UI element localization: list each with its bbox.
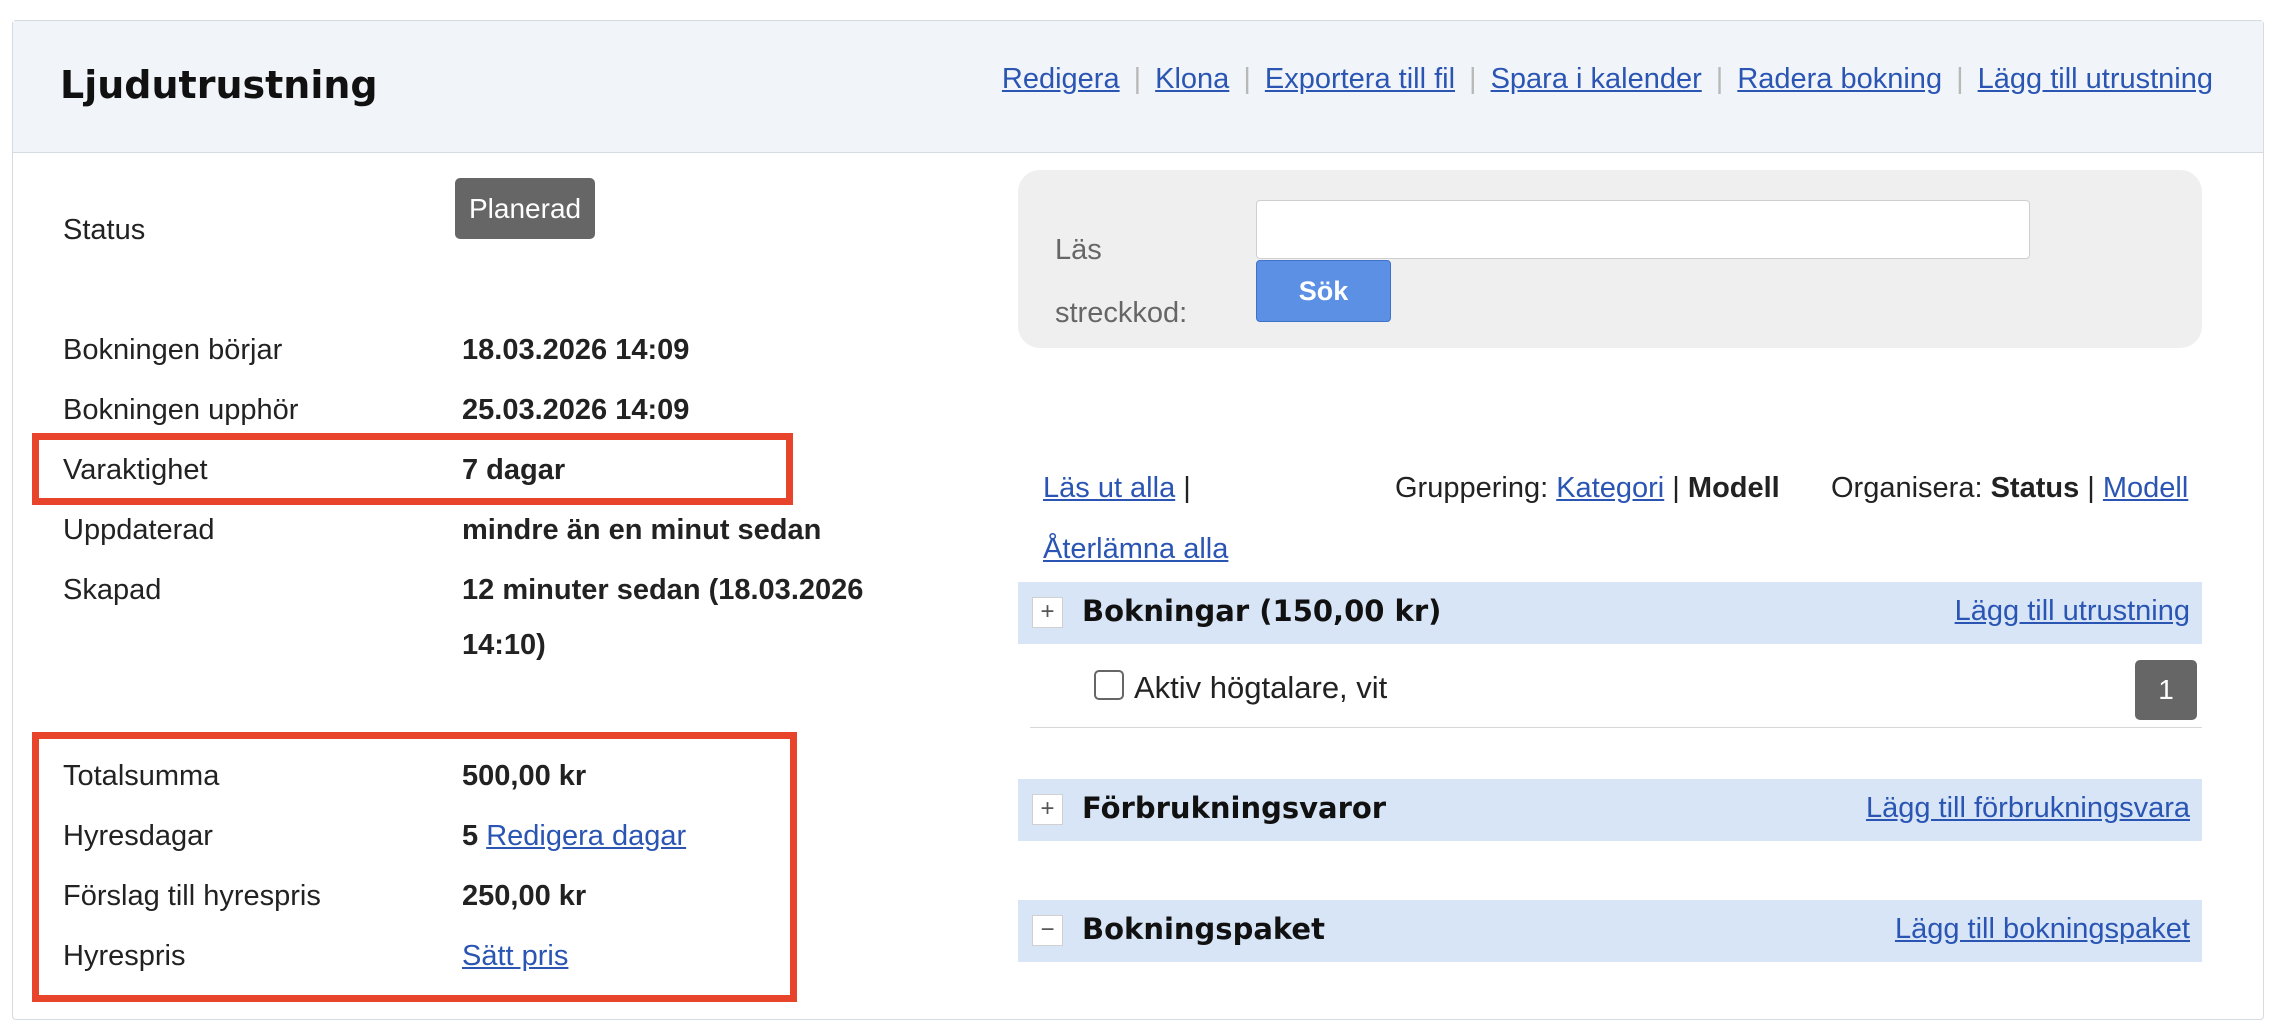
created-value-line1: 12 minuter sedan (18.03.2026	[462, 574, 864, 606]
checkout-all-link[interactable]: Läs ut alla	[1043, 472, 1175, 504]
add-package-link[interactable]: Lägg till bokningspaket	[1895, 913, 2190, 946]
toolbar-separator: |	[1672, 472, 1680, 504]
search-button[interactable]: Sök	[1256, 260, 1391, 322]
toolbar-separator: |	[1183, 472, 1191, 504]
booking-end-value: 25.03.2026 14:09	[462, 394, 690, 426]
save-to-calendar-link[interactable]: Spara i kalender	[1491, 63, 1702, 96]
booking-start-value: 18.03.2026 14:09	[462, 334, 690, 366]
add-equipment-link[interactable]: Lägg till utrustning	[1978, 63, 2213, 96]
add-consumable-link[interactable]: Lägg till förbrukningsvara	[1866, 792, 2190, 825]
separator: |	[1715, 63, 1724, 95]
expand-icon[interactable]: +	[1032, 597, 1063, 628]
checkout-row: Läs ut alla |	[1043, 472, 1191, 505]
updated-label: Uppdaterad	[63, 514, 215, 546]
quantity-badge: 1	[2135, 660, 2197, 720]
bookings-section-title: Bokningar (150,00 kr)	[1082, 594, 1442, 628]
consumables-section-header: + Förbrukningsvaror Lägg till förbruknin…	[1018, 779, 2202, 841]
duration-highlight	[32, 433, 793, 505]
booking-start-label: Bokningen börjar	[63, 334, 283, 366]
packages-section-title: Bokningspaket	[1082, 912, 1325, 946]
add-equipment-section-link[interactable]: Lägg till utrustning	[1955, 595, 2190, 628]
pricing-highlight	[32, 732, 797, 1002]
organize-model-link[interactable]: Modell	[2103, 472, 2188, 504]
barcode-scan-panel	[1018, 170, 2202, 348]
updated-value: mindre än en minut sedan	[462, 514, 822, 546]
status-badge: Planerad	[455, 178, 596, 239]
booking-end-label: Bokningen upphör	[63, 394, 299, 426]
separator: |	[1243, 63, 1251, 95]
export-link[interactable]: Exportera till fil	[1265, 63, 1455, 96]
expand-icon[interactable]: +	[1032, 794, 1063, 825]
page-header: Ljudutrustning Redigera | Klona | Export…	[13, 21, 2263, 153]
separator: |	[1469, 63, 1477, 95]
grouping-control: Gruppering: Kategori | Modell	[1395, 472, 1780, 505]
packages-section-header: − Bokningspaket Lägg till bokningspaket	[1018, 900, 2202, 962]
separator: |	[1133, 63, 1142, 95]
item-name: Aktiv högtalare, vit	[1134, 670, 1388, 705]
organize-control: Organisera: Status | Modell	[1831, 472, 2188, 505]
grouping-label: Gruppering:	[1395, 472, 1549, 504]
created-label: Skapad	[63, 574, 162, 606]
created-value-line2: 14:10)	[462, 629, 546, 661]
list-item: Aktiv högtalare, vit 1	[1030, 648, 2202, 728]
delete-booking-link[interactable]: Radera bokning	[1737, 63, 1942, 96]
collapse-icon[interactable]: −	[1032, 915, 1063, 946]
organize-label: Organisera:	[1831, 472, 1983, 504]
page-title: Ljudutrustning	[60, 63, 378, 107]
clone-link[interactable]: Klona	[1155, 63, 1229, 96]
return-all-link[interactable]: Återlämna alla	[1043, 533, 1228, 565]
organize-status-current: Status	[1990, 472, 2080, 504]
grouping-model-current: Modell	[1687, 472, 1780, 504]
status-label: Status	[63, 214, 146, 246]
barcode-input[interactable]	[1256, 200, 2030, 259]
item-checkbox[interactable]	[1094, 670, 1124, 700]
barcode-label-line2: streckkod:	[1055, 297, 1188, 329]
return-row: Återlämna alla	[1043, 533, 1228, 566]
toolbar-separator: |	[2087, 472, 2095, 504]
header-actions: Redigera | Klona | Exportera till fil | …	[1002, 63, 2213, 96]
grouping-category-link[interactable]: Kategori	[1556, 472, 1664, 504]
bookings-section-header: + Bokningar (150,00 kr) Lägg till utrust…	[1018, 582, 2202, 644]
separator: |	[1956, 63, 1964, 95]
edit-link[interactable]: Redigera	[1002, 63, 1120, 96]
consumables-section-title: Förbrukningsvaror	[1082, 791, 1387, 825]
barcode-label-line1: Läs	[1055, 234, 1102, 266]
